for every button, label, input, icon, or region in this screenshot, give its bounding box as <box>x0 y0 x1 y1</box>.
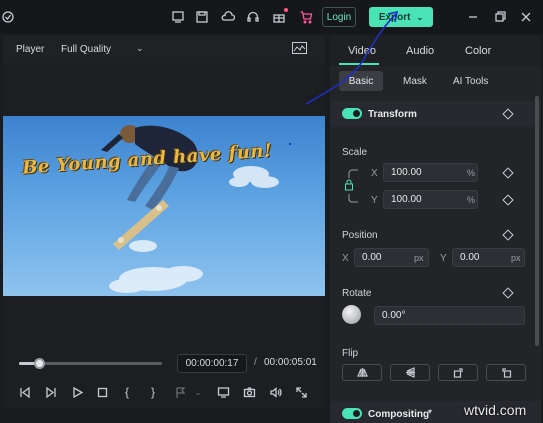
volume-icon[interactable] <box>267 384 283 400</box>
quality-select[interactable]: Full Quality <box>61 44 111 55</box>
position-y-axis: Y <box>440 253 447 264</box>
panel-scrollbar[interactable] <box>535 96 539 346</box>
flip-horizontal-button[interactable] <box>342 364 382 381</box>
total-time: 00:00:05:01 <box>264 357 317 368</box>
scale-y-input[interactable]: 100.00 <box>383 190 478 209</box>
scale-y-axis: Y <box>371 195 378 206</box>
compositing-title: Compositing <box>368 409 430 420</box>
position-x-value: 0.00 <box>362 252 382 263</box>
scale-x-value: 100.00 <box>391 167 422 178</box>
fullscreen-icon[interactable] <box>293 384 309 400</box>
snapshot-icon[interactable] <box>241 384 257 400</box>
play-icon[interactable] <box>69 384 85 400</box>
current-time[interactable]: 00:00:00:17 <box>177 354 247 373</box>
monitor-icon[interactable] <box>170 9 186 25</box>
scale-y-value: 100.00 <box>391 194 422 205</box>
link-icon[interactable] <box>344 167 364 205</box>
flip-label: Flip <box>342 348 359 359</box>
restore-icon[interactable] <box>492 9 508 25</box>
watermark: wtvid.com <box>464 402 527 418</box>
scale-x-input[interactable]: 100.00 <box>383 163 478 182</box>
position-y-unit: px <box>511 253 521 263</box>
mark-out-icon[interactable]: } <box>145 384 161 400</box>
marker-icon[interactable] <box>172 384 188 400</box>
transform-title: Transform <box>368 109 417 120</box>
position-label: Position <box>342 230 378 241</box>
compositing-toggle[interactable] <box>342 408 362 419</box>
minimize-icon[interactable] <box>465 9 481 25</box>
previous-frame-icon[interactable] <box>16 384 32 400</box>
rotate-counterclockwise-button[interactable] <box>486 364 526 381</box>
player-label: Player <box>16 44 45 55</box>
rotate-label: Rotate <box>342 288 372 299</box>
scale-label: Scale <box>342 147 368 158</box>
settings-icon[interactable] <box>0 9 16 25</box>
rotate-value: 0.00° <box>382 310 406 321</box>
flip-vertical-icon <box>405 367 415 378</box>
time-separator: / <box>254 357 257 368</box>
cloud-icon[interactable] <box>220 9 236 25</box>
next-frame-icon[interactable] <box>43 384 59 400</box>
position-x-unit: px <box>414 253 424 263</box>
rotate-clockwise-button[interactable] <box>438 364 478 381</box>
tab-color[interactable]: Color <box>465 45 491 57</box>
subtab-ai-tools[interactable]: AI Tools <box>453 76 488 87</box>
annotation-dot <box>289 143 291 145</box>
rotate-clockwise-icon <box>453 368 463 378</box>
annotation-arrow <box>305 10 399 105</box>
flip-vertical-button[interactable] <box>390 364 430 381</box>
stop-icon[interactable] <box>94 384 110 400</box>
position-x-axis: X <box>342 253 349 264</box>
scale-y-unit: % <box>467 195 476 205</box>
chevron-down-icon[interactable]: ⌄ <box>190 384 206 400</box>
chevron-down-icon[interactable]: ⌄ <box>136 43 144 54</box>
scale-x-axis: X <box>371 168 378 179</box>
progress-handle[interactable] <box>33 358 45 369</box>
mark-in-icon[interactable]: { <box>119 384 135 400</box>
headset-icon[interactable] <box>245 9 261 25</box>
notification-dot <box>284 8 288 12</box>
close-icon[interactable] <box>518 9 534 25</box>
chevron-down-icon[interactable]: ▾ <box>428 407 432 416</box>
video-preview[interactable] <box>3 116 325 296</box>
player-header <box>3 36 325 63</box>
rotate-input[interactable]: 0.00° <box>374 306 525 325</box>
rotate-dial[interactable] <box>342 305 361 324</box>
scale-x-unit: % <box>467 168 476 178</box>
rotate-counterclockwise-icon <box>501 368 511 378</box>
display-icon[interactable] <box>215 384 231 400</box>
position-y-value: 0.00 <box>460 252 480 263</box>
save-icon[interactable] <box>194 9 210 25</box>
flip-horizontal-icon <box>356 368 368 377</box>
